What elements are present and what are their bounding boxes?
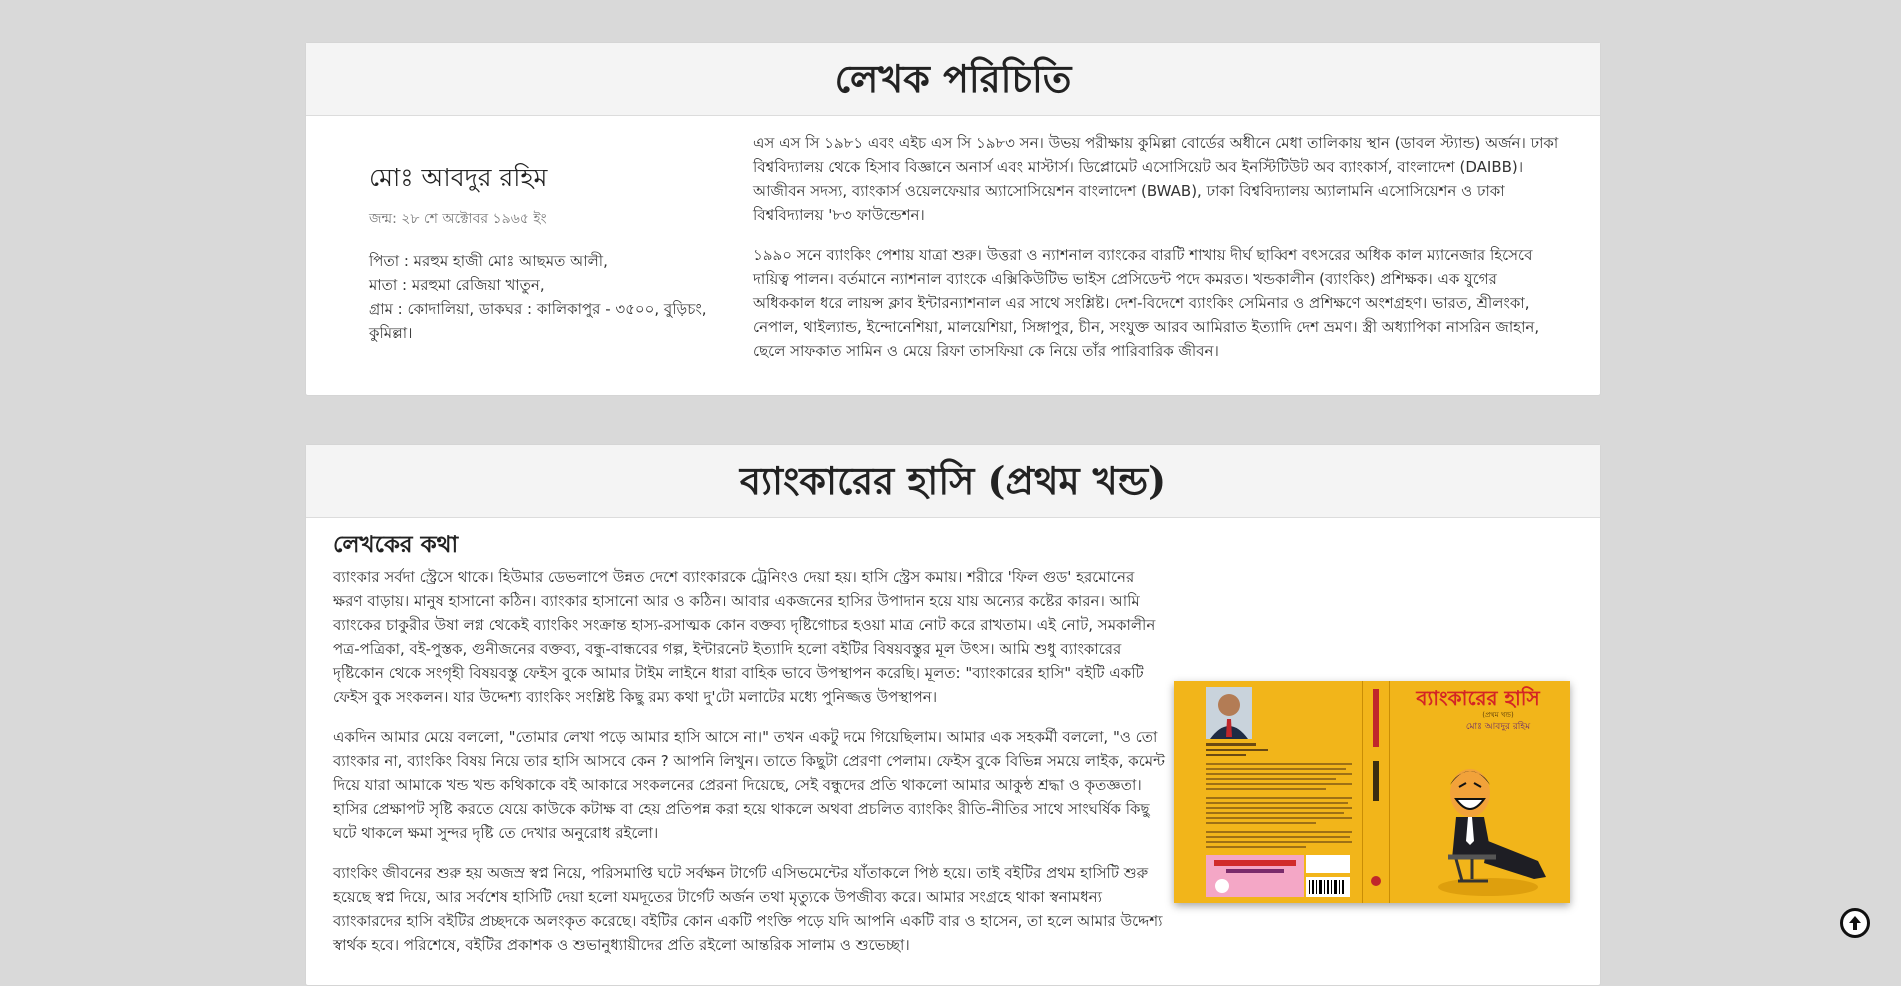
author-bio-paragraph: ১৯৯০ সনে ব্যাংকিং পেশায় যাত্রা শুরু। উত… xyxy=(753,246,1540,360)
author-card: লেখক পরিচিতি মোঃ আবদুর রহিম জন্ম: ২৮ শে … xyxy=(305,42,1601,396)
author-mother: মাতা : মরহুমা রেজিয়া খাতুন, xyxy=(369,276,545,294)
arrow-up-circle-icon xyxy=(1849,916,1861,930)
author-details: মোঃ আবদুর রহিম জন্ম: ২৮ শে অক্টোবর ১৯৬৫ … xyxy=(369,158,709,345)
author-bio-paragraph: এস এস সি ১৯৮১ এবং এইচ এস সি ১৯৮৩ সন। উভয… xyxy=(753,134,1559,224)
author-father: পিতা : মরহুম হাজী মোঃ আছমত আলী, xyxy=(369,252,608,270)
book-cover-back xyxy=(1174,681,1362,903)
book-cover-front: ব্যাংকারের হাসি (প্রথম খন্ড) মোঃ আবদুর র… xyxy=(1388,681,1570,903)
cover-title: ব্যাংকারের হাসি xyxy=(1415,686,1540,710)
authors-note: লেখকের কথা ব্যাংকার সর্বদা স্ট্রেসে থাকে… xyxy=(333,533,1167,973)
book-section-title: ব্যাংকারের হাসি (প্রথম খন্ড) xyxy=(306,445,1600,518)
book-cover-image: ব্যাংকারের হাসি (প্রথম খন্ড) মোঃ আবদুর র… xyxy=(1174,681,1570,903)
cover-subtitle: (প্রথম খন্ড) xyxy=(1482,711,1514,719)
authors-note-paragraph: ব্যাংকিং জীবনের শুরু হয় অজস্র স্বপ্ন নি… xyxy=(333,864,1163,954)
authors-note-paragraph: ব্যাংকার সর্বদা স্ট্রেসে থাকে। হিউমার ডে… xyxy=(333,568,1156,706)
authors-note-paragraph: একদিন আমার মেয়ে বললো, "তোমার লেখা পড়ে … xyxy=(333,728,1165,842)
author-dob: জন্ম: ২৮ শে অক্টোবর ১৯৬৫ ইং xyxy=(369,211,547,227)
author-name: মোঃ আবদুর রহিম xyxy=(369,163,548,192)
book-cover-spine xyxy=(1362,681,1390,903)
cover-author: মোঃ আবদুর রহিম xyxy=(1466,721,1531,732)
scroll-to-top-button[interactable] xyxy=(1840,908,1870,938)
authors-note-heading: লেখকের কথা xyxy=(333,532,459,558)
author-family-info: পিতা : মরহুম হাজী মোঃ আছমত আলী, মাতা : ম… xyxy=(369,249,709,345)
book-card: ব্যাংকারের হাসি (প্রথম খন্ড) লেখকের কথা … xyxy=(305,444,1601,986)
author-village: গ্রাম : কোদালিয়া, ডাকঘর : কালিকাপুর - ৩… xyxy=(369,300,707,342)
author-bio: এস এস সি ১৯৮১ এবং এইচ এস সি ১৯৮৩ সন। উভয… xyxy=(753,131,1563,379)
author-section-title: লেখক পরিচিতি xyxy=(306,43,1600,116)
